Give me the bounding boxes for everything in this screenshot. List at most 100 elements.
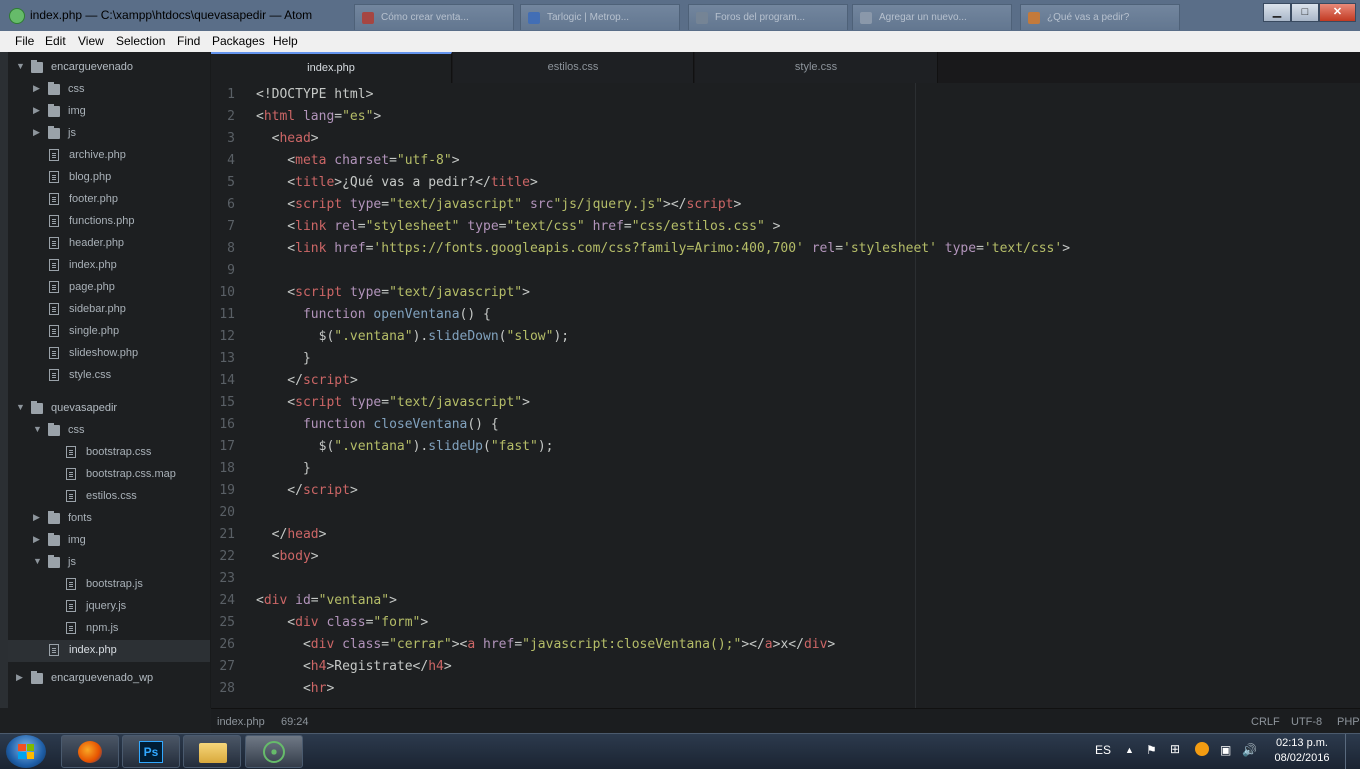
taskbar-firefox[interactable]	[61, 735, 119, 768]
tree-folder[interactable]: ▶ css	[0, 79, 210, 101]
tree-file[interactable]: slideshow.php	[0, 343, 210, 365]
file-icon	[49, 259, 59, 271]
tree-file[interactable]: bootstrap.css	[0, 442, 210, 464]
file-icon	[49, 644, 59, 656]
code-line[interactable]: <div class="form">	[256, 615, 428, 630]
status-line-ending[interactable]: CRLF	[1251, 716, 1280, 728]
close-button[interactable]: ✕	[1319, 3, 1356, 22]
tray-expand-icon[interactable]: ▲	[1125, 745, 1134, 755]
tree-file[interactable]: blog.php	[0, 167, 210, 189]
taskbar-photoshop[interactable]: Ps	[122, 735, 180, 768]
maximize-button[interactable]: □	[1291, 3, 1319, 22]
menu-find[interactable]: Find	[177, 34, 200, 48]
tree-file[interactable]: index.php	[0, 255, 210, 277]
browser-window-tab[interactable]: Cómo crear venta...	[354, 4, 514, 30]
code-token: href	[592, 219, 624, 234]
code-token: "slow"	[506, 329, 554, 344]
code-token: <	[256, 659, 311, 674]
browser-window-tab[interactable]: Tarlogic | Metrop...	[520, 4, 680, 30]
tree-file[interactable]: page.php	[0, 277, 210, 299]
tray-language[interactable]: ES	[1095, 743, 1111, 757]
menu-view[interactable]: View	[78, 34, 104, 48]
code-line[interactable]: <script type="text/javascript">	[256, 285, 530, 300]
tree-file[interactable]: functions.php	[0, 211, 210, 233]
code-line[interactable]: </script>	[256, 483, 357, 498]
code-line[interactable]: <!DOCTYPE html>	[256, 87, 373, 102]
code-line[interactable]: <html lang="es">	[256, 109, 381, 124]
tab-index-php[interactable]: index.php	[211, 52, 452, 83]
code-token: $(	[256, 329, 335, 344]
tray-clock[interactable]: 02:13 p.m. 08/02/2016	[1270, 736, 1334, 766]
tree-folder[interactable]: ▼ quevasapedir	[0, 398, 210, 420]
code-line[interactable]: <div class="cerrar"><a href="javascript:…	[256, 637, 835, 652]
minimize-button[interactable]: ▁	[1263, 3, 1291, 22]
code-line[interactable]: <h4>Registrate</h4>	[256, 659, 452, 674]
tray-app-icon[interactable]	[1195, 742, 1209, 756]
tray-flag-icon[interactable]: ⚑	[1146, 743, 1157, 757]
tree-folder[interactable]: ▼ css	[0, 420, 210, 442]
taskbar-explorer[interactable]	[183, 735, 241, 768]
tree-file[interactable]: archive.php	[0, 145, 210, 167]
code-line[interactable]: <title>¿Qué vas a pedir?</title>	[256, 175, 538, 190]
tree-folder[interactable]: ▶ img	[0, 101, 210, 123]
tree-folder[interactable]: ▶ img	[0, 530, 210, 552]
start-button[interactable]	[6, 735, 46, 768]
tree-file[interactable]: estilos.css	[0, 486, 210, 508]
code-line[interactable]: <head>	[256, 131, 319, 146]
code-line[interactable]: <body>	[256, 549, 319, 564]
code-line[interactable]: <script type="text/javascript">	[256, 395, 530, 410]
code-line[interactable]: <script type="text/javascript" src"js/jq…	[256, 197, 741, 212]
code-line[interactable]: </script>	[256, 373, 357, 388]
browser-tab-label: Foros del program...	[715, 12, 806, 23]
tree-folder[interactable]: ▼ encarguevenado	[0, 57, 210, 79]
tree-file[interactable]: header.php	[0, 233, 210, 255]
tree-file[interactable]: footer.php	[0, 189, 210, 211]
code-line[interactable]: function openVentana() {	[256, 307, 491, 322]
show-desktop-button[interactable]	[1345, 734, 1360, 769]
tree-file[interactable]: bootstrap.js	[0, 574, 210, 596]
file-icon	[66, 446, 76, 458]
code-line[interactable]: <link rel="stylesheet" type="text/css" h…	[256, 219, 780, 234]
code-line[interactable]: </head>	[256, 527, 327, 542]
menu-edit[interactable]: Edit	[45, 34, 66, 48]
code-token: "form"	[373, 615, 421, 630]
code-line[interactable]: <hr>	[256, 681, 334, 696]
tray-volume-icon[interactable]: 🔊	[1242, 743, 1257, 757]
status-cursor-position[interactable]: 69:24	[281, 716, 309, 728]
code-line[interactable]: function closeVentana() {	[256, 417, 499, 432]
tree-folder[interactable]: ▶ fonts	[0, 508, 210, 530]
browser-window-tab[interactable]: Agregar un nuevo...	[852, 4, 1012, 30]
menu-file[interactable]: File	[15, 34, 34, 48]
menu-help[interactable]: Help	[273, 34, 298, 48]
tray-windows-icon[interactable]: ⊞	[1170, 742, 1180, 756]
tree-file[interactable]: style.css	[0, 365, 210, 387]
tree-file[interactable]: index.php	[0, 640, 210, 662]
tree-folder[interactable]: ▶ encarguevenado_wp	[0, 668, 210, 690]
status-grammar[interactable]: PHP	[1337, 716, 1360, 728]
tree-folder[interactable]: ▶ js	[0, 123, 210, 145]
status-encoding[interactable]: UTF-8	[1291, 716, 1322, 728]
code-token: body	[279, 549, 311, 564]
tree-file[interactable]: bootstrap.css.map	[0, 464, 210, 486]
code-line[interactable]: $(".ventana").slideUp("fast");	[256, 439, 554, 454]
menu-selection[interactable]: Selection	[116, 34, 165, 48]
status-file-name[interactable]: index.php	[217, 716, 265, 728]
tab-style-css[interactable]: style.css	[695, 52, 938, 83]
code-line[interactable]: }	[256, 461, 311, 476]
tree-file[interactable]: single.php	[0, 321, 210, 343]
tree-file[interactable]: jquery.js	[0, 596, 210, 618]
tree-file[interactable]: npm.js	[0, 618, 210, 640]
code-line[interactable]: $(".ventana").slideDown("slow");	[256, 329, 570, 344]
taskbar-atom[interactable]	[245, 735, 303, 768]
code-line[interactable]: <link href = 'https://fonts.googleapis.com…	[256, 241, 1070, 256]
code-line[interactable]: <div id="ventana">	[256, 593, 397, 608]
code-line[interactable]: <meta charset="utf-8">	[256, 153, 459, 168]
tree-folder[interactable]: ▼ js	[0, 552, 210, 574]
menu-packages[interactable]: Packages	[212, 34, 265, 48]
tray-network-icon[interactable]: ▣	[1220, 743, 1231, 757]
code-line[interactable]: }	[256, 351, 311, 366]
browser-window-tab[interactable]: ¿Qué vas a pedir?	[1020, 4, 1180, 30]
tree-file[interactable]: sidebar.php	[0, 299, 210, 321]
tab-estilos-css[interactable]: estilos.css	[453, 52, 694, 83]
browser-window-tab[interactable]: Foros del program...	[688, 4, 848, 30]
